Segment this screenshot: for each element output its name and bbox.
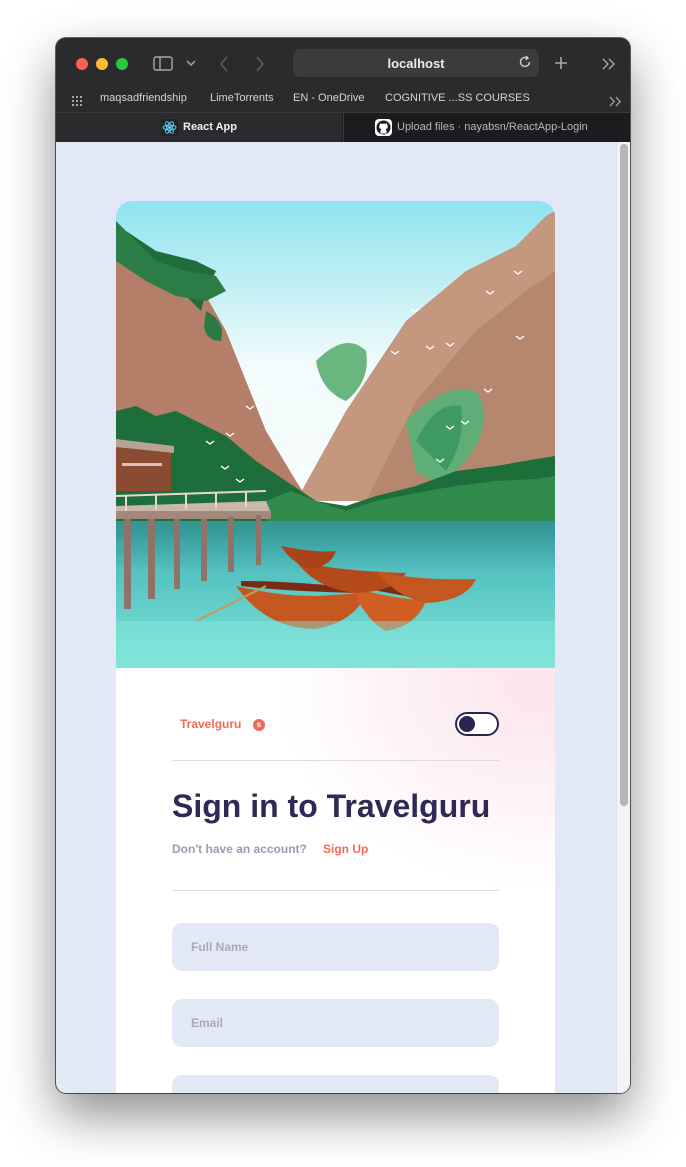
no-account-text: Don't have an account? [172,842,307,856]
more-chevrons-icon[interactable] [602,58,616,70]
close-window-button[interactable] [76,58,88,70]
password-field[interactable] [172,1075,499,1093]
url-text: localhost [387,56,445,71]
scrollbar-thumb[interactable] [620,144,628,806]
sidebar-icon[interactable] [153,56,173,71]
bookmark-item[interactable]: LimeTorrents [210,92,274,104]
new-tab-icon[interactable] [554,56,568,70]
tab-label: Upload files · nayabsn/ReactApp-Login [397,121,588,133]
react-logo-icon [161,119,178,136]
divider [172,760,499,761]
tab-label: React App [183,121,237,133]
theme-toggle[interactable] [455,712,499,736]
browser-window: localhost maqsadfriendship LimeTorrents … [56,38,630,1093]
forward-icon[interactable] [255,56,265,72]
signup-link[interactable]: Sign Up [323,842,368,856]
bookmark-item[interactable]: COGNITIVE ...SS COURSES [385,92,530,104]
divider [172,890,499,891]
bookmark-item[interactable]: EN - OneDrive [293,92,365,104]
brand-name[interactable]: Travelguru [180,717,241,731]
minimize-window-button[interactable] [96,58,108,70]
signin-form-area: Travelguru s Sign in to Travelguru Don't… [116,668,555,1093]
address-bar[interactable]: localhost [293,49,539,77]
chevron-down-icon[interactable] [186,60,196,67]
reload-icon[interactable] [518,55,532,69]
tab-react-app[interactable]: React App [56,113,342,142]
apps-grid-icon[interactable] [72,96,85,107]
tab-upload-files[interactable]: Upload files · nayabsn/ReactApp-Login [343,113,630,142]
login-card: Travelguru s Sign in to Travelguru Don't… [116,201,555,1093]
more-bookmarks-icon[interactable] [609,96,622,107]
toggle-knob [459,716,475,732]
page-viewport: Travelguru s Sign in to Travelguru Don't… [56,142,630,1093]
github-logo-icon [375,119,392,136]
page-title: Sign in to Travelguru [172,788,491,824]
brand-badge-icon: s [253,719,265,731]
back-icon[interactable] [219,56,229,72]
lake-boats-illustration [116,201,555,668]
zoom-window-button[interactable] [116,58,128,70]
bookmarks-bar: maqsadfriendship LimeTorrents EN - OneDr… [56,90,630,112]
email-field[interactable] [172,999,499,1047]
bookmark-item[interactable]: maqsadfriendship [100,92,187,104]
title-bar: localhost [56,38,630,90]
tab-strip: React App Upload files · nayabsn/ReactAp… [56,112,630,142]
full-name-field[interactable] [172,923,499,971]
